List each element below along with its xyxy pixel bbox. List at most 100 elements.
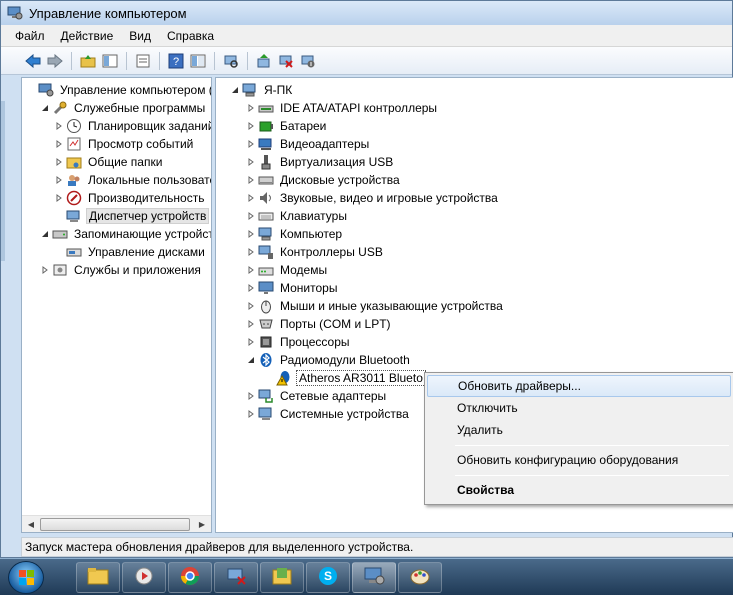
- disable-menu-item[interactable]: Отключить: [427, 397, 731, 419]
- uninstall-menu-item[interactable]: Удалить: [427, 419, 731, 441]
- collapsed-arrow-icon[interactable]: [54, 121, 64, 131]
- scrollbar-thumb[interactable]: [40, 518, 190, 531]
- media-taskbar-button[interactable]: [122, 562, 166, 593]
- device-category-row[interactable]: Компьютер: [246, 225, 344, 243]
- console-tree-item-label: Управление компьютером (л: [60, 83, 212, 97]
- device-category-row[interactable]: Видеоадаптеры: [246, 135, 371, 153]
- device-category-row[interactable]: Модемы: [246, 261, 329, 279]
- help-icon[interactable]: ?: [166, 51, 186, 71]
- scroll-left-arrow[interactable]: ◀: [24, 518, 38, 531]
- update-drivers-menu-item[interactable]: Обновить драйверы...: [427, 375, 731, 397]
- device-root-row[interactable]: Я-ПК: [230, 81, 294, 99]
- usb-controller-icon: [258, 244, 274, 260]
- collapsed-arrow-icon[interactable]: [246, 157, 256, 167]
- device-category-row[interactable]: Контроллеры USB: [246, 243, 385, 261]
- processor-icon: [258, 334, 274, 350]
- properties-menu-item[interactable]: Свойства: [427, 479, 731, 501]
- console-tree-item[interactable]: Локальные пользовате: [54, 171, 211, 189]
- device-label: Батареи: [280, 119, 327, 133]
- collapsed-arrow-icon[interactable]: [246, 193, 256, 203]
- expanded-arrow-icon[interactable]: [40, 229, 50, 239]
- device-category-row[interactable]: Радиомодули Bluetooth: [246, 351, 412, 369]
- menu-file[interactable]: Файл: [7, 27, 53, 45]
- scan-hardware-menu-item[interactable]: Обновить конфигурацию оборудования: [427, 449, 731, 471]
- menu-action[interactable]: Действие: [53, 27, 122, 45]
- computer-icon: [242, 82, 258, 98]
- collapsed-arrow-icon[interactable]: [246, 301, 256, 311]
- menu-separator: [455, 445, 729, 446]
- menu-help[interactable]: Справка: [159, 27, 222, 45]
- console-tree-item[interactable]: Просмотр событий: [54, 135, 195, 153]
- collapsed-arrow-icon[interactable]: [246, 319, 256, 329]
- properties-icon[interactable]: [133, 51, 153, 71]
- skype-taskbar-button[interactable]: S: [306, 562, 350, 593]
- console-tree-item[interactable]: Запоминающие устройст: [40, 225, 211, 243]
- expanded-arrow-icon[interactable]: [230, 85, 240, 95]
- console-tree-item[interactable]: Диспетчер устройств: [54, 207, 210, 225]
- files-taskbar-button[interactable]: [260, 562, 304, 593]
- event-viewer-icon: [66, 136, 82, 152]
- title-bar[interactable]: Управление компьютером: [1, 1, 732, 25]
- update-driver-icon[interactable]: [254, 51, 274, 71]
- up-folder-icon[interactable]: [78, 51, 98, 71]
- left-horizontal-scrollbar[interactable]: ◀ ▶: [22, 515, 211, 532]
- device-category-row[interactable]: Виртуализация USB: [246, 153, 395, 171]
- device-category-row[interactable]: Звуковые, видео и игровые устройства: [246, 189, 500, 207]
- console-tree-item[interactable]: Управление компьютером (л: [26, 81, 212, 99]
- device-category-row[interactable]: Мыши и иные указывающие устройства: [246, 297, 505, 315]
- collapsed-arrow-icon[interactable]: [54, 139, 64, 149]
- device-category-row[interactable]: Батареи: [246, 117, 328, 135]
- device-category-row[interactable]: Процессоры: [246, 333, 352, 351]
- start-button[interactable]: [8, 561, 44, 594]
- collapsed-arrow-icon[interactable]: [246, 337, 256, 347]
- console-tree-item[interactable]: Служебные программы: [40, 99, 207, 117]
- scan-hardware-icon[interactable]: [221, 51, 241, 71]
- device-category-row[interactable]: Мониторы: [246, 279, 339, 297]
- collapsed-arrow-icon[interactable]: [54, 157, 64, 167]
- paint-taskbar-button[interactable]: [398, 562, 442, 593]
- device-category-row[interactable]: Сетевые адаптеры: [246, 387, 388, 405]
- collapsed-arrow-icon[interactable]: [40, 265, 50, 275]
- collapsed-arrow-icon[interactable]: [246, 175, 256, 185]
- chrome-taskbar-button[interactable]: [168, 562, 212, 593]
- device-row[interactable]: Atheros AR3011 Blueto: [276, 369, 426, 387]
- forward-icon[interactable]: [45, 51, 65, 71]
- collapsed-arrow-icon[interactable]: [246, 247, 256, 257]
- console-tree-item[interactable]: Управление дисками: [54, 243, 207, 261]
- mouse-icon: [258, 298, 274, 314]
- console-tree-item[interactable]: Планировщик заданий: [54, 117, 211, 135]
- device-category-row[interactable]: Дисковые устройства: [246, 171, 402, 189]
- collapsed-arrow-icon[interactable]: [246, 229, 256, 239]
- show-hide-tree-icon[interactable]: [100, 51, 120, 71]
- collapsed-arrow-icon[interactable]: [54, 193, 64, 203]
- expanded-arrow-icon[interactable]: [40, 103, 50, 113]
- collapsed-arrow-icon[interactable]: [246, 391, 256, 401]
- collapsed-arrow-icon[interactable]: [54, 175, 64, 185]
- console-tree-item[interactable]: Производительность: [54, 189, 206, 207]
- console-view-icon[interactable]: [188, 51, 208, 71]
- scroll-right-arrow[interactable]: ▶: [195, 518, 209, 531]
- device-category-row[interactable]: Порты (COM и LPT): [246, 315, 393, 333]
- uninstall-device-icon[interactable]: [276, 51, 296, 71]
- collapsed-arrow-icon[interactable]: [246, 265, 256, 275]
- device-category-row[interactable]: Системные устройства: [246, 405, 411, 423]
- expanded-arrow-icon[interactable]: [246, 355, 256, 365]
- computer-management-window: Управление компьютером Файл Действие Вид…: [0, 0, 733, 558]
- console-tree-pane[interactable]: Управление компьютером (л Служебные прогр…: [21, 77, 212, 533]
- console-tree-item[interactable]: Службы и приложения: [40, 261, 203, 279]
- collapsed-arrow-icon[interactable]: [246, 211, 256, 221]
- collapsed-arrow-icon[interactable]: [246, 139, 256, 149]
- computer-management-taskbar-button[interactable]: [352, 562, 396, 593]
- network-taskbar-button[interactable]: [214, 562, 258, 593]
- device-category-row[interactable]: IDE ATA/ATAPI контроллеры: [246, 99, 439, 117]
- collapsed-arrow-icon[interactable]: [246, 409, 256, 419]
- device-category-row[interactable]: Клавиатуры: [246, 207, 349, 225]
- collapsed-arrow-icon[interactable]: [246, 121, 256, 131]
- collapsed-arrow-icon[interactable]: [246, 283, 256, 293]
- explorer-taskbar-button[interactable]: [76, 562, 120, 593]
- collapsed-arrow-icon[interactable]: [246, 103, 256, 113]
- console-tree-item[interactable]: Общие папки: [54, 153, 164, 171]
- back-icon[interactable]: [23, 51, 43, 71]
- disable-device-icon[interactable]: [298, 51, 318, 71]
- menu-view[interactable]: Вид: [121, 27, 159, 45]
